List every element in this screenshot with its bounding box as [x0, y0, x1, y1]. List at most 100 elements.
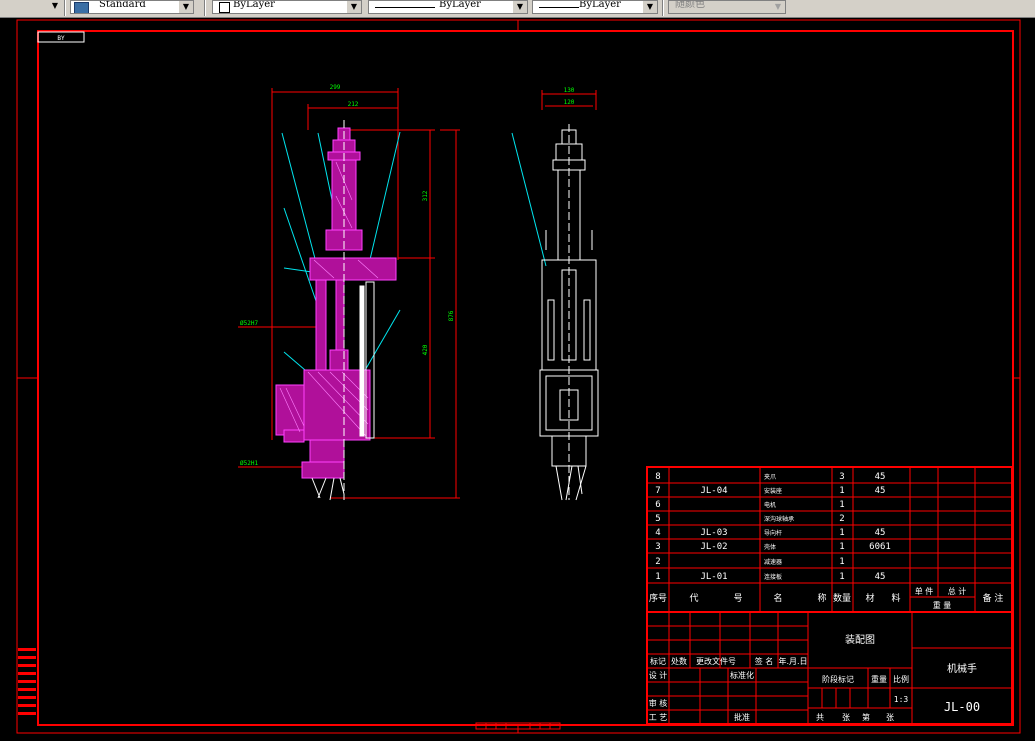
bom-cell-material: 45 — [875, 572, 886, 582]
bom-cell-material: 6061 — [869, 542, 891, 552]
chevron-down-icon[interactable]: ▼ — [179, 1, 193, 13]
toolbar-separator — [204, 0, 206, 16]
tb-label-mark: 标记 — [650, 656, 666, 666]
tb-label-sheets2: 张 — [842, 713, 850, 722]
bom-header-qty: 数量 — [833, 592, 851, 604]
bom-cell-qty: 2 — [839, 514, 844, 524]
lineweight-select[interactable]: ByLayer ▼ — [532, 0, 658, 14]
bom-cell-qty: 1 — [839, 486, 844, 496]
title-block: 更改文件号 标记 处数 分区 签 名 年.月.日 设 计 标准化 审 核 工 艺… — [646, 611, 1013, 725]
bom-header-code2: 号 — [733, 593, 742, 604]
chevron-down-icon[interactable]: ▼ — [513, 1, 527, 13]
dim-total-height: 876 — [448, 310, 455, 321]
bom-cell-material: 45 — [875, 472, 886, 482]
tb-label-weight: 重量 — [871, 674, 887, 684]
inner-border — [37, 30, 1014, 726]
bom-cell-no: 8 — [655, 472, 660, 482]
bom-header-material2: 料 — [891, 592, 900, 604]
side-view: 130 120 — [511, 87, 599, 501]
tb-label-standard: 标准化 — [730, 670, 754, 680]
linetype-value: ByLayer — [439, 0, 481, 10]
tb-label-sheets: 共 — [816, 713, 824, 722]
bom-cell-name: 夹爪 — [764, 473, 776, 481]
bom-cell-no: 5 — [655, 514, 660, 524]
chevron-down-icon[interactable]: ▼ — [347, 1, 361, 13]
bom-header-remark: 备 注 — [983, 592, 1004, 604]
color-swatch-icon — [219, 2, 230, 13]
tb-label-approve: 批准 — [734, 712, 750, 722]
bom-cell-code: JL-02 — [700, 542, 727, 552]
bom-cell-material: 45 — [875, 486, 886, 496]
bom-cell-qty: 1 — [839, 542, 844, 552]
bom-cell-no: 1 — [655, 572, 660, 582]
dim-side-inner: 120 — [564, 99, 575, 106]
outer-border — [16, 19, 1021, 734]
bom-cell-qty: 3 — [839, 472, 844, 482]
drawing-canvas[interactable]: BY 299 212 312 420 876 Ø52H7 Ø52H1 130 1… — [0, 17, 1035, 741]
corner-tag: BY — [57, 35, 65, 42]
bom-cell-name: 深沟球轴承 — [764, 515, 794, 523]
bom-cell-material: 45 — [875, 528, 886, 538]
bom-header-code: 代 — [689, 593, 698, 604]
bom-cell-code: JL-04 — [700, 486, 727, 496]
tb-label-date: 年.月.日 — [778, 656, 807, 666]
dim-lower-height: 420 — [422, 344, 429, 355]
product-name: 机械手 — [947, 662, 977, 675]
dim-side-outer: 130 — [564, 87, 575, 94]
left-revision-marks — [18, 648, 36, 715]
tb-label-ratio: 比例 — [893, 674, 909, 684]
bom-cell-no: 2 — [655, 557, 660, 567]
bom-header-total: 总 计 — [948, 586, 967, 596]
bom-cell-qty: 1 — [839, 528, 844, 538]
lineweight-preview — [539, 7, 579, 8]
bom-cell-code: JL-01 — [700, 572, 727, 582]
tb-label-process: 工 艺 — [649, 713, 668, 722]
bom-header-no: 序号 — [649, 592, 667, 604]
linetype-preview — [375, 7, 435, 8]
bom-cell-qty: 1 — [839, 557, 844, 567]
tb-label-review: 审 核 — [649, 698, 668, 708]
bom-cell-name: 电机 — [764, 501, 776, 509]
text-style-select[interactable]: Standard ▼ — [70, 0, 194, 14]
color-value: ByLayer — [233, 0, 275, 10]
linetype-select[interactable]: ByLayer ▼ — [368, 0, 528, 14]
bom-header-material: 材 — [865, 592, 874, 604]
lineweight-value: ByLayer — [579, 0, 621, 10]
bom-cell-name: 导向杆 — [764, 529, 782, 537]
chevron-down-icon[interactable]: ▼ — [48, 0, 62, 12]
chevron-down-icon[interactable]: ▼ — [771, 1, 785, 13]
tb-label-sheet: 第 — [862, 712, 870, 722]
layer-color-select[interactable]: ByLayer ▼ — [212, 0, 362, 14]
tb-label-sheet2: 张 — [886, 713, 894, 722]
bom-header-name: 名 — [773, 592, 782, 604]
toolbar-separator — [64, 0, 66, 16]
plot-style-select[interactable]: 随颜色 ▼ — [668, 0, 786, 14]
bom-cell-name: 连接板 — [764, 573, 782, 581]
bom-table: 8 夹爪 3 45 7 JL-04 安装座 1 45 6 电机 1 5 深沟球轴承 2 4 JL-03 导向杆 1 4… — [646, 466, 1013, 613]
tb-label-sign: 签 名 — [755, 656, 774, 666]
tb-scale: 1:3 — [894, 695, 909, 704]
bom-cell-qty: 1 — [839, 500, 844, 510]
bom-cell-no: 7 — [655, 486, 660, 496]
plot-style-value: 随颜色 — [675, 0, 705, 10]
tb-label-design: 设 计 — [649, 670, 668, 680]
drawing-title: 装配图 — [845, 633, 875, 646]
bom-cell-no: 6 — [655, 500, 660, 510]
toolbar-separator — [662, 0, 664, 16]
dim-upper-height: 312 — [422, 190, 429, 201]
bom-header-name2: 称 — [817, 592, 826, 604]
bom-cell-code: JL-03 — [700, 528, 727, 538]
properties-toolbar: ▼ Standard ▼ ByLayer ▼ ByLayer ▼ ByLayer… — [0, 0, 1035, 18]
bom-header-unit: 单 件 — [915, 586, 934, 596]
tb-label-doc: 更改文件号 — [696, 656, 736, 666]
bom-cell-no: 3 — [655, 542, 660, 552]
bom-cell-no: 4 — [655, 528, 660, 538]
tb-label-stage: 阶段标记 — [822, 674, 854, 684]
dim-overall-width: 299 — [330, 84, 341, 91]
bom-cell-name: 安装座 — [764, 487, 782, 495]
chevron-down-icon[interactable]: ▼ — [643, 1, 657, 13]
dim-bore-upper: Ø52H7 — [240, 320, 258, 327]
tb-label-count: 处数 — [671, 656, 687, 666]
dim-upper-width: 212 — [348, 101, 359, 108]
dim-bore-lower: Ø52H1 — [240, 460, 258, 467]
